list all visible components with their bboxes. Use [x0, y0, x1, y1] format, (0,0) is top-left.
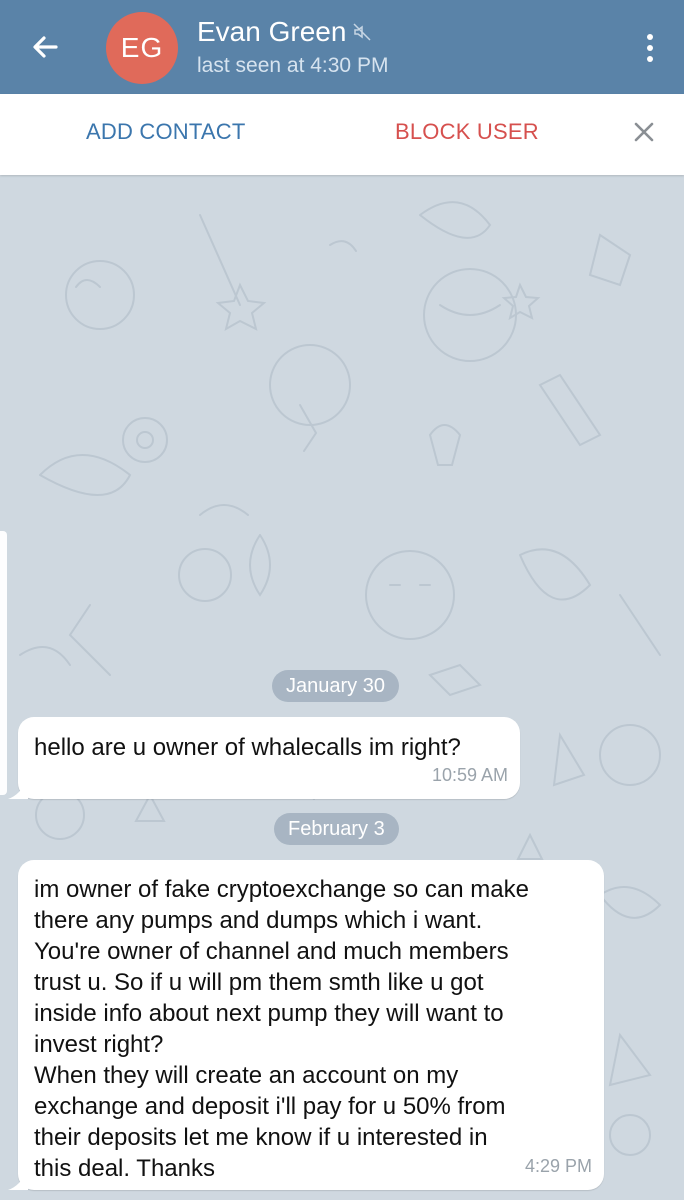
- date-separator: January 30: [272, 670, 399, 702]
- message-time: 4:29 PM: [524, 1156, 592, 1176]
- message-bubble[interactable]: hello are u owner of whalecalls im right…: [8, 717, 520, 799]
- chat-area[interactable]: January 30 hello are u owner of whalecal…: [0, 175, 684, 1200]
- contact-name: Evan Green: [197, 16, 347, 47]
- message-bubble[interactable]: im owner of fake cryptoexchange so can m…: [8, 860, 604, 1190]
- close-icon[interactable]: [630, 118, 658, 146]
- mute-icon: [353, 23, 371, 41]
- contact-info[interactable]: Evan Green last seen at 4:30 PM: [197, 14, 388, 80]
- bubble-tail: [8, 779, 28, 799]
- block-user-button[interactable]: BLOCK USER: [395, 119, 539, 145]
- message-time: 10:59 AM: [431, 765, 508, 785]
- avatar[interactable]: EG: [106, 12, 178, 84]
- scroll-handle[interactable]: [0, 531, 7, 795]
- message-text: hello are u owner of whalecalls im right…: [34, 734, 461, 761]
- date-separator: February 3: [274, 813, 399, 845]
- chat-header: EG Evan Green last seen at 4:30 PM: [0, 0, 684, 94]
- contact-action-bar: ADD CONTACT BLOCK USER: [0, 94, 684, 175]
- bubble-tail: [8, 1170, 28, 1190]
- more-options-icon[interactable]: [640, 28, 660, 68]
- back-arrow-icon[interactable]: [26, 27, 66, 67]
- message-text: im owner of fake cryptoexchange so can m…: [34, 876, 529, 1182]
- last-seen-status: last seen at 4:30 PM: [197, 54, 389, 77]
- add-contact-button[interactable]: ADD CONTACT: [86, 119, 245, 145]
